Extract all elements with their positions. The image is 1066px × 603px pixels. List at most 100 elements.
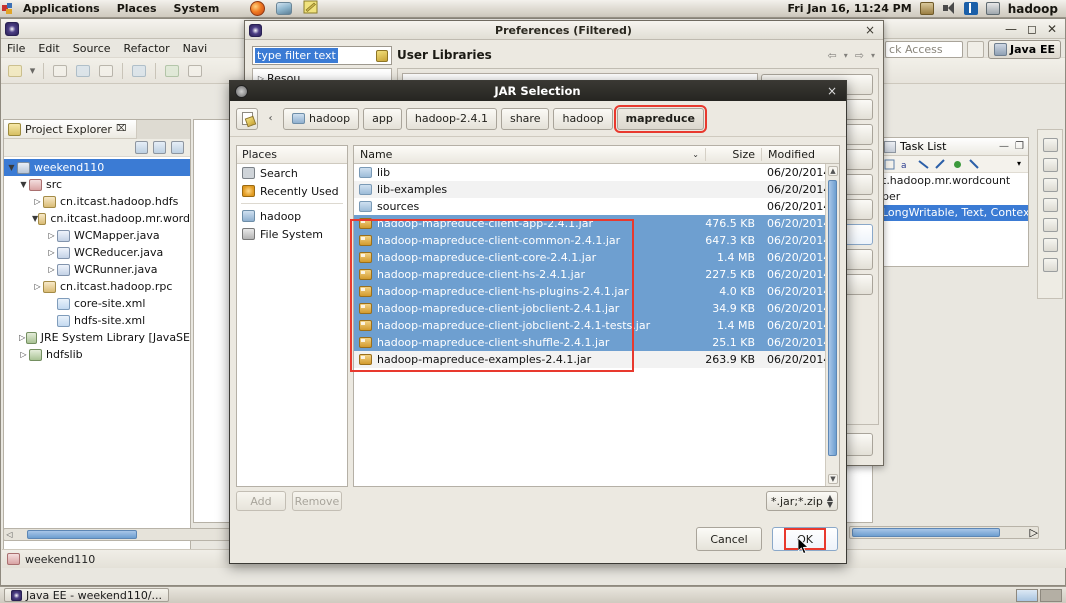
task-list-line[interactable]: per bbox=[880, 189, 1028, 205]
new-button[interactable] bbox=[5, 61, 25, 81]
project-explorer-tab[interactable]: Project Explorer ⌧ bbox=[4, 119, 190, 139]
twisty-icon[interactable]: ▷ bbox=[46, 248, 57, 257]
remove-button[interactable]: Remove bbox=[292, 491, 342, 511]
taskbar-window-button[interactable]: Java EE - weekend110/... bbox=[4, 588, 170, 602]
scroll-thumb[interactable] bbox=[27, 530, 137, 539]
menu-applications[interactable]: Applications bbox=[20, 1, 103, 16]
workspace-1[interactable] bbox=[1016, 588, 1038, 602]
image-viewer-icon[interactable] bbox=[276, 2, 293, 15]
export-button[interactable] bbox=[96, 61, 116, 81]
collapse-all-icon[interactable] bbox=[135, 141, 148, 154]
tree-row[interactable]: core-site.xml bbox=[4, 295, 190, 312]
editor-horizontal-scrollbar[interactable]: ▷ bbox=[849, 526, 1039, 539]
back-history-icon[interactable]: ⇦ bbox=[828, 49, 837, 62]
sort-indicator-icon[interactable]: ⌄ bbox=[692, 150, 699, 159]
menu-source[interactable]: Source bbox=[73, 42, 111, 55]
project-tree[interactable]: ▼ weekend110 ▼ src ▷ cn.itcast.hadoop.hd… bbox=[4, 157, 190, 558]
scroll-down-icon[interactable]: ▼ bbox=[828, 474, 838, 484]
twisty-icon[interactable]: ▷ bbox=[32, 197, 43, 206]
maximize-icon[interactable]: ❐ bbox=[1015, 141, 1024, 152]
print-button[interactable] bbox=[73, 61, 93, 81]
file-row[interactable]: lib-examples 06/20/2014 bbox=[354, 181, 839, 198]
places-item-search[interactable]: Search bbox=[237, 164, 347, 182]
tree-row[interactable]: ▼ cn.itcast.hadoop.mr.word bbox=[4, 210, 190, 227]
tree-row[interactable]: ▷ hdfslib bbox=[4, 346, 190, 363]
clear-filter-icon[interactable] bbox=[376, 49, 388, 62]
add-button[interactable]: Add bbox=[236, 491, 286, 511]
scroll-right-icon[interactable]: ▷ bbox=[1030, 526, 1038, 539]
file-row[interactable]: hadoop-mapreduce-client-shuffle-2.4.1.ja… bbox=[354, 334, 839, 351]
column-header-name[interactable]: Name ⌄ bbox=[354, 148, 705, 161]
twisty-icon[interactable]: ▼ bbox=[6, 163, 17, 172]
file-row[interactable]: hadoop-mapreduce-client-core-2.4.1.jar 1… bbox=[354, 249, 839, 266]
scroll-thumb[interactable] bbox=[852, 528, 1000, 537]
task-list-header[interactable]: Task List — ❐ bbox=[880, 138, 1028, 156]
explorer-horizontal-scrollbar[interactable]: ◁ bbox=[3, 528, 243, 541]
quick-access-input[interactable]: ck Access bbox=[885, 41, 964, 58]
minimize-button[interactable]: — bbox=[1005, 22, 1017, 36]
focus-icon[interactable] bbox=[935, 158, 946, 170]
jar-dialog-close-button[interactable]: × bbox=[827, 84, 846, 98]
type-location-icon[interactable] bbox=[236, 107, 258, 130]
firefox-icon[interactable] bbox=[250, 1, 266, 16]
cancel-button[interactable]: Cancel bbox=[696, 527, 762, 551]
view-menu-icon[interactable] bbox=[171, 141, 184, 154]
tree-row[interactable]: ▷ WCRunner.java bbox=[4, 261, 190, 278]
file-list-scrollbar[interactable]: ▲ ▼ bbox=[825, 164, 839, 486]
twisty-icon[interactable]: ▷ bbox=[32, 282, 43, 291]
close-button[interactable]: ✕ bbox=[1047, 22, 1057, 36]
close-tab-icon[interactable]: ⌧ bbox=[116, 124, 126, 134]
run-button[interactable] bbox=[162, 61, 182, 81]
breadcrumb-hadoop[interactable]: hadoop bbox=[553, 107, 613, 130]
data-source-icon[interactable] bbox=[1042, 198, 1058, 212]
external-tools-button[interactable] bbox=[185, 61, 205, 81]
tree-row[interactable]: ▼ src bbox=[4, 176, 190, 193]
twisty-icon[interactable]: ▷ bbox=[18, 350, 29, 359]
save-button[interactable] bbox=[50, 61, 70, 81]
task-list-line[interactable]: t.hadoop.mr.wordcount bbox=[880, 173, 1028, 189]
task-list-line[interactable]: LongWritable, Text, Context) bbox=[880, 205, 1028, 221]
file-row[interactable]: sources 06/20/2014 bbox=[354, 198, 839, 215]
new-task-icon[interactable] bbox=[952, 159, 963, 170]
perspective-java-ee[interactable]: Java EE bbox=[988, 40, 1061, 59]
file-row[interactable]: hadoop-mapreduce-client-hs-2.4.1.jar 227… bbox=[354, 266, 839, 283]
twisty-icon[interactable]: ▷ bbox=[46, 265, 57, 274]
tree-row[interactable]: ▷ JRE System Library [JavaSE bbox=[4, 329, 190, 346]
tree-row[interactable]: ▷ WCMapper.java bbox=[4, 227, 190, 244]
tree-row[interactable]: ▷ WCReducer.java bbox=[4, 244, 190, 261]
tree-row[interactable]: ▷ cn.itcast.hadoop.rpc bbox=[4, 278, 190, 295]
spinner-icon[interactable]: ▲ ▼ bbox=[827, 494, 833, 509]
menu-places[interactable]: Places bbox=[114, 1, 160, 16]
scroll-up-icon[interactable]: ▲ bbox=[828, 166, 838, 176]
menu-refactor[interactable]: Refactor bbox=[124, 42, 170, 55]
link-with-editor-icon[interactable] bbox=[153, 141, 166, 154]
palette-icon[interactable] bbox=[1042, 238, 1058, 252]
menu-edit[interactable]: Edit bbox=[38, 42, 59, 55]
breadcrumb-hadoop-241[interactable]: hadoop-2.4.1 bbox=[405, 107, 497, 130]
updates-icon[interactable] bbox=[919, 2, 934, 15]
tree-row[interactable]: hdfs-site.xml bbox=[4, 312, 190, 329]
sort-az-icon[interactable]: a bbox=[901, 159, 912, 171]
scroll-left-icon[interactable]: ◁ bbox=[4, 529, 15, 540]
file-row[interactable]: hadoop-mapreduce-client-common-2.4.1.jar… bbox=[354, 232, 839, 249]
file-row[interactable]: hadoop-mapreduce-client-jobclient-2.4.1.… bbox=[354, 300, 839, 317]
file-type-filter-select[interactable]: *.jar;*.zip ▲ ▼ bbox=[766, 491, 838, 511]
categorize-icon[interactable] bbox=[884, 159, 895, 170]
filter-complete-icon[interactable] bbox=[918, 159, 929, 170]
column-header-modified[interactable]: Modified bbox=[761, 148, 839, 161]
tree-row[interactable]: ▷ cn.itcast.hadoop.hdfs bbox=[4, 193, 190, 210]
file-row[interactable]: hadoop-mapreduce-client-hs-plugins-2.4.1… bbox=[354, 283, 839, 300]
breadcrumb-app[interactable]: app bbox=[363, 107, 402, 130]
new-dropdown-icon[interactable]: ▾ bbox=[28, 61, 37, 81]
user-menu[interactable]: hadoop bbox=[1008, 2, 1060, 16]
open-perspective-button[interactable] bbox=[967, 41, 985, 58]
file-row[interactable]: lib 06/20/2014 bbox=[354, 164, 839, 181]
preferences-close-button[interactable]: × bbox=[865, 23, 883, 37]
synchronize-icon[interactable] bbox=[969, 158, 980, 170]
file-row[interactable]: hadoop-mapreduce-examples-2.4.1.jar 263.… bbox=[354, 351, 839, 368]
restore-icon[interactable] bbox=[1042, 138, 1058, 152]
menu-navigate[interactable]: Navi bbox=[183, 42, 208, 55]
outline-icon[interactable] bbox=[1042, 178, 1058, 192]
preferences-filter-input[interactable]: type filter text bbox=[252, 46, 392, 65]
forward-dropdown-icon[interactable]: ▾ bbox=[871, 51, 875, 60]
